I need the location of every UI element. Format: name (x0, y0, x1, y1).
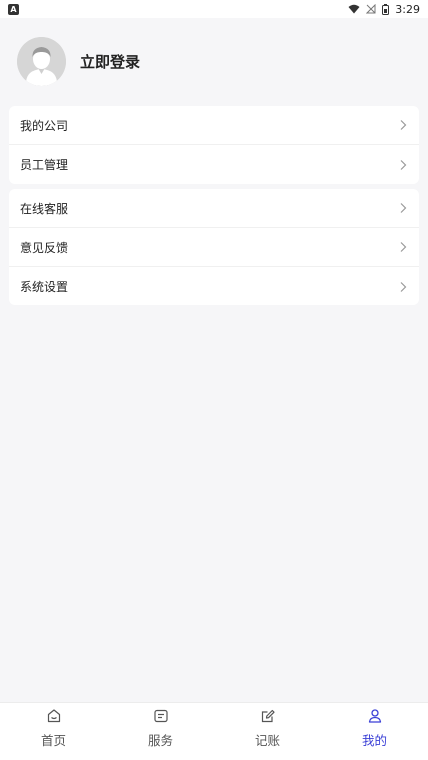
menu-item-staff-management[interactable]: 员工管理 (9, 145, 419, 184)
tab-bookkeeping[interactable]: 记账 (214, 703, 321, 760)
chevron-right-icon (400, 159, 407, 170)
bottom-tab-bar: 首页 服务 记账 我的 (0, 702, 428, 760)
menu-item-label: 在线客服 (20, 201, 69, 216)
tab-label: 首页 (40, 733, 66, 748)
tab-label: 服务 (147, 733, 173, 748)
menu-item-system-settings[interactable]: 系统设置 (9, 267, 419, 306)
service-icon (153, 709, 168, 723)
profile-icon (368, 709, 381, 723)
tab-service[interactable]: 服务 (107, 703, 214, 760)
menu-card-support: 在线客服 意见反馈 系统设置 (9, 189, 419, 305)
status-right: 3:29 (348, 3, 420, 16)
login-link[interactable]: 立即登录 (80, 51, 140, 72)
tab-label: 我的 (361, 733, 387, 748)
edit-icon (261, 709, 275, 723)
avatar[interactable] (17, 36, 66, 86)
status-left: A (8, 3, 19, 15)
chevron-right-icon (400, 242, 407, 252)
chevron-right-icon (400, 281, 407, 292)
default-avatar-icon (17, 36, 66, 86)
menu-item-label: 意见反馈 (20, 240, 69, 255)
menu-item-feedback[interactable]: 意见反馈 (9, 228, 419, 267)
tab-mine[interactable]: 我的 (321, 703, 428, 760)
status-bar: A 3:29 (0, 0, 428, 18)
menu-item-label: 员工管理 (20, 158, 69, 172)
wifi-icon (348, 4, 360, 14)
battery-icon (382, 3, 390, 15)
status-time: 3:29 (395, 2, 420, 16)
menu-item-label: 系统设置 (20, 280, 69, 294)
tab-home[interactable]: 首页 (0, 703, 107, 760)
menu-card-company: 我的公司 员工管理 (9, 106, 419, 184)
chevron-right-icon (400, 203, 407, 213)
menu-item-my-company[interactable]: 我的公司 (9, 106, 419, 145)
no-signal-icon (366, 4, 376, 14)
menu-item-label: 我的公司 (20, 118, 69, 133)
chevron-right-icon (400, 120, 407, 130)
home-icon (47, 709, 60, 723)
profile-header[interactable]: 立即登录 (0, 18, 428, 104)
tab-label: 记账 (254, 733, 280, 748)
app-notification-icon: A (8, 3, 19, 15)
menu-item-online-service[interactable]: 在线客服 (9, 189, 419, 228)
